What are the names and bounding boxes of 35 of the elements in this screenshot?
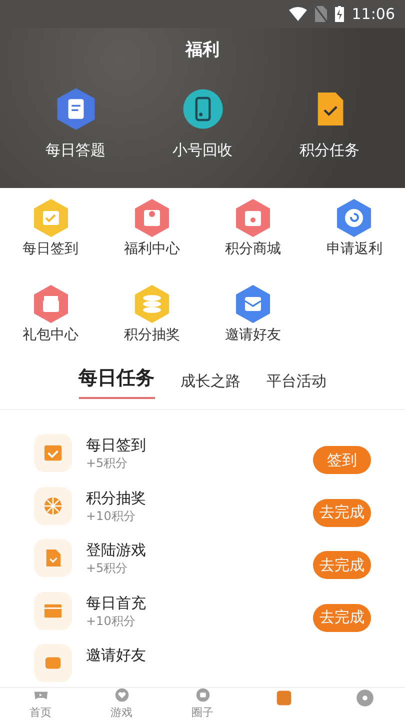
wifi-icon xyxy=(288,7,307,21)
task-title: 登陆游戏 xyxy=(86,541,147,560)
clock-time: 11:06 xyxy=(352,5,395,23)
task-points: +5积分 xyxy=(86,455,129,472)
wheel-icon xyxy=(34,486,72,524)
task-title: 每日签到 xyxy=(86,436,147,455)
task-title: 邀请好友 xyxy=(86,646,147,665)
tab[interactable]: 平台活动 xyxy=(266,372,326,399)
task-title: 每日首充 xyxy=(86,594,147,612)
task-points: +10积分 xyxy=(86,612,136,630)
feature-item[interactable]: 积分抽奖 xyxy=(101,284,202,358)
shortcut-item[interactable]: 积分任务 xyxy=(274,87,384,160)
feature-item[interactable]: 邀请好友 xyxy=(202,284,304,358)
wallet-icon xyxy=(34,592,72,630)
task-points: +5积分 xyxy=(86,560,129,577)
shortcut-item[interactable]: 每日答题 xyxy=(20,87,130,160)
feature-item[interactable]: 积分商城 xyxy=(202,198,304,272)
nav-item[interactable]: 圈子 xyxy=(172,686,232,720)
feature-item[interactable]: 申请返利 xyxy=(304,198,405,272)
page-title: 福利 xyxy=(184,39,220,61)
task-points: +10积分 xyxy=(86,508,136,524)
feature-item[interactable]: 礼包中心 xyxy=(0,284,102,358)
no-sim-icon xyxy=(314,6,327,22)
nav-item[interactable]: 首页 xyxy=(10,686,70,720)
tab[interactable]: 成长之路 xyxy=(180,372,240,399)
feature-item[interactable]: 福利中心 xyxy=(101,198,202,272)
document-icon xyxy=(34,539,72,577)
battery-charging-icon xyxy=(334,6,344,22)
feature-item[interactable]: 每日签到 xyxy=(0,198,102,272)
phone-icon xyxy=(180,87,224,131)
shortcut-item[interactable]: 小号回收 xyxy=(148,87,258,160)
task-title: 积分抽奖 xyxy=(86,488,147,508)
calendar-icon xyxy=(34,434,72,472)
tab[interactable]: 每日任务 xyxy=(78,365,154,399)
nav-item[interactable]: 游戏 xyxy=(92,686,152,720)
